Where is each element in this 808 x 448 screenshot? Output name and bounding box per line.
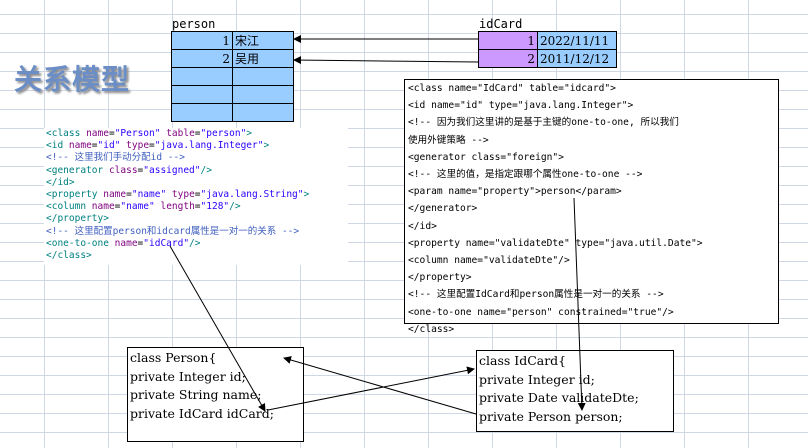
- person-ref-arrow: [573, 197, 586, 411]
- connector-lines: [169, 35, 586, 415]
- fk-arrow-2: [293, 56, 479, 65]
- person-field-arrow: [283, 356, 477, 415]
- idcard-ref-arrow: [169, 245, 266, 412]
- idcard-field-arrow: [267, 366, 475, 411]
